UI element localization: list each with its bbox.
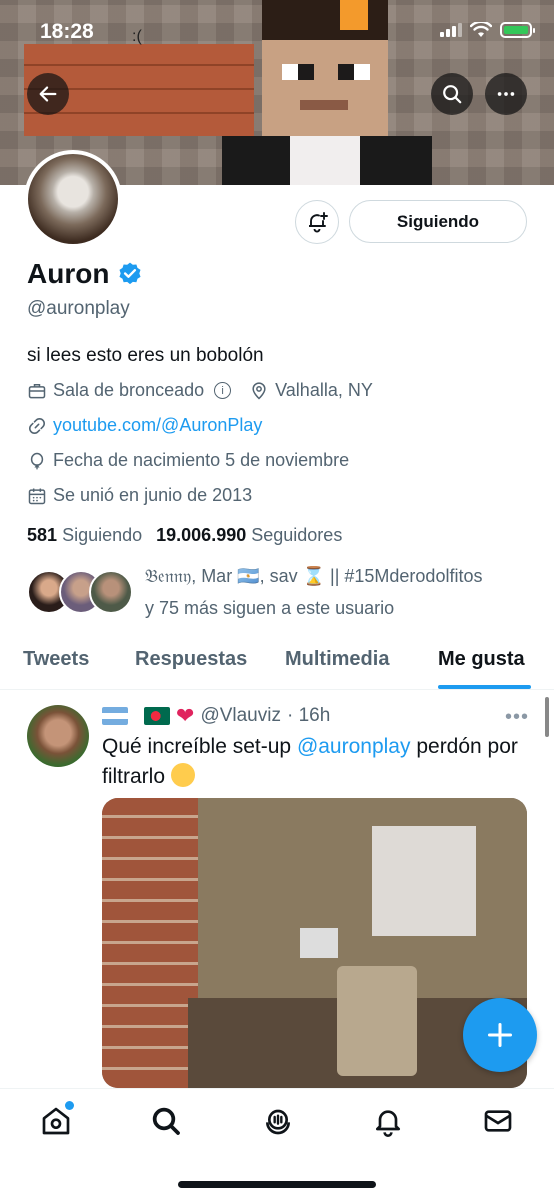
avatar [89, 570, 133, 614]
tab-tweets[interactable]: Tweets [23, 648, 89, 671]
link-icon [29, 417, 45, 434]
followers-count: 19.006.990 [156, 525, 247, 545]
profile-birthday: Fecha de nacimiento 5 de noviembre [53, 450, 350, 470]
location-pin-icon [252, 381, 266, 400]
banner-eye-left [282, 64, 314, 80]
balloon-icon [30, 452, 44, 469]
more-icon [497, 92, 515, 96]
following-button[interactable]: Siguiendo [349, 200, 527, 243]
birthday-row: Fecha de nacimiento 5 de noviembre [27, 450, 349, 471]
profile-bio: si lees esto eres un bobolón [27, 345, 264, 366]
more-button[interactable] [485, 73, 527, 115]
banner-character-hair [262, 0, 388, 40]
profile-handle: @auronplay [27, 298, 130, 319]
profile-location: Valhalla, NY [275, 380, 373, 400]
signal-icon [440, 23, 462, 37]
image-chair [337, 966, 417, 1076]
status-time: 18:28 [40, 20, 94, 43]
profile-tabs: Tweets Respuestas Multimedia Me gusta [0, 630, 554, 690]
compose-tweet-button[interactable] [463, 998, 537, 1072]
status-face: :( [132, 28, 142, 45]
banner-eye-right [338, 64, 370, 80]
bell-icon [376, 1110, 400, 1137]
active-tab-indicator [438, 685, 531, 689]
tweet-author-avatar[interactable] [27, 705, 89, 767]
followers-label: Seguidores [251, 525, 343, 545]
scrollbar[interactable] [545, 697, 549, 737]
battery-icon [500, 22, 535, 38]
tab-me-gusta[interactable]: Me gusta [438, 648, 525, 671]
following-count: 581 [27, 525, 58, 545]
verified-badge-icon[interactable] [117, 261, 143, 287]
tab-respuestas[interactable]: Respuestas [135, 648, 247, 671]
banner-mouth [300, 100, 348, 110]
nav-search[interactable] [150, 1105, 182, 1137]
thinking-face-icon [170, 763, 195, 787]
bangladesh-flag-icon [144, 707, 170, 725]
back-button[interactable] [27, 73, 69, 115]
tweet-header: ❤ @Vlauviz · 16h [102, 703, 330, 729]
following-link[interactable]: 581 Siguiendo [27, 525, 142, 546]
tweet-more-button[interactable]: ••• [505, 706, 529, 729]
home-indicator[interactable] [178, 1181, 376, 1188]
profile-website-link[interactable]: youtube.com/@AuronPlay [53, 415, 262, 436]
spaces-icon [266, 1109, 290, 1135]
plus-icon [487, 1022, 513, 1048]
tweet-text: Qué increíble set-up @auronplay perdón p… [102, 732, 532, 792]
nav-notifications[interactable] [372, 1105, 404, 1137]
followers-link[interactable]: 19.006.990 Seguidores [156, 525, 342, 546]
profile-avatar[interactable] [24, 150, 122, 248]
nav-messages[interactable] [482, 1105, 514, 1137]
follow-counts: 581 Siguiendo 19.006.990 Seguidores [27, 525, 342, 546]
banner-character-shirt [290, 136, 360, 185]
image-brick-wall [102, 798, 198, 1088]
mail-icon [484, 1110, 512, 1132]
profile-category: Sala de bronceado [53, 380, 205, 400]
search-button[interactable] [431, 73, 473, 115]
category-location-row: Sala de bronceado i Valhalla, NY [27, 380, 373, 401]
search-icon [443, 85, 462, 104]
following-label: Siguiendo [62, 525, 143, 545]
profile-name: Auron [27, 258, 110, 289]
followers-you-know[interactable]: 𝔅𝔢𝔫𝔫𝔶, Mar 🇦🇷, sav ⌛ || #15Mderodolfitos… [27, 566, 482, 624]
notification-dot [65, 1101, 74, 1110]
nav-home[interactable] [40, 1101, 74, 1137]
followers-you-know-avatars [27, 566, 135, 616]
bell-plus-icon [309, 212, 328, 233]
search-icon [152, 1107, 180, 1135]
banner-flame [340, 0, 368, 30]
joined-row: Se unió en junio de 2013 [27, 485, 252, 506]
heart-icon: ❤ [176, 703, 195, 728]
back-arrow-icon [39, 86, 57, 102]
tab-multimedia[interactable]: Multimedia [285, 648, 389, 671]
argentina-flag-icon [102, 707, 128, 725]
followers-you-know-line2: y 75 más siguen a este usuario [145, 598, 395, 618]
tweet-time: · 16h [286, 705, 331, 726]
profile-joined: Se unió en junio de 2013 [53, 485, 253, 505]
calendar-icon [28, 488, 46, 504]
profile-name-row: Auron [27, 258, 143, 290]
briefcase-icon [28, 383, 46, 398]
tweet-author-handle[interactable]: @Vlauviz [200, 705, 281, 727]
tweet-mention[interactable]: @auronplay [297, 735, 411, 758]
image-curtain [372, 826, 476, 936]
website-row: youtube.com/@AuronPlay [27, 415, 262, 436]
followers-you-know-text: 𝔅𝔢𝔫𝔫𝔶, Mar 🇦🇷, sav ⌛ || #15Mderodolfitos… [145, 560, 482, 624]
nav-spaces[interactable] [262, 1105, 294, 1137]
followers-you-know-line1: 𝔅𝔢𝔫𝔫𝔶, Mar 🇦🇷, sav ⌛ || #15Mderodolfitos [145, 566, 483, 586]
wifi-icon [470, 22, 492, 37]
status-icons [440, 22, 535, 38]
notifications-button[interactable] [295, 200, 339, 244]
image-monitor [300, 928, 338, 958]
info-icon[interactable]: i [214, 382, 232, 399]
tweet-text-start: Qué increíble set-up [102, 735, 297, 758]
